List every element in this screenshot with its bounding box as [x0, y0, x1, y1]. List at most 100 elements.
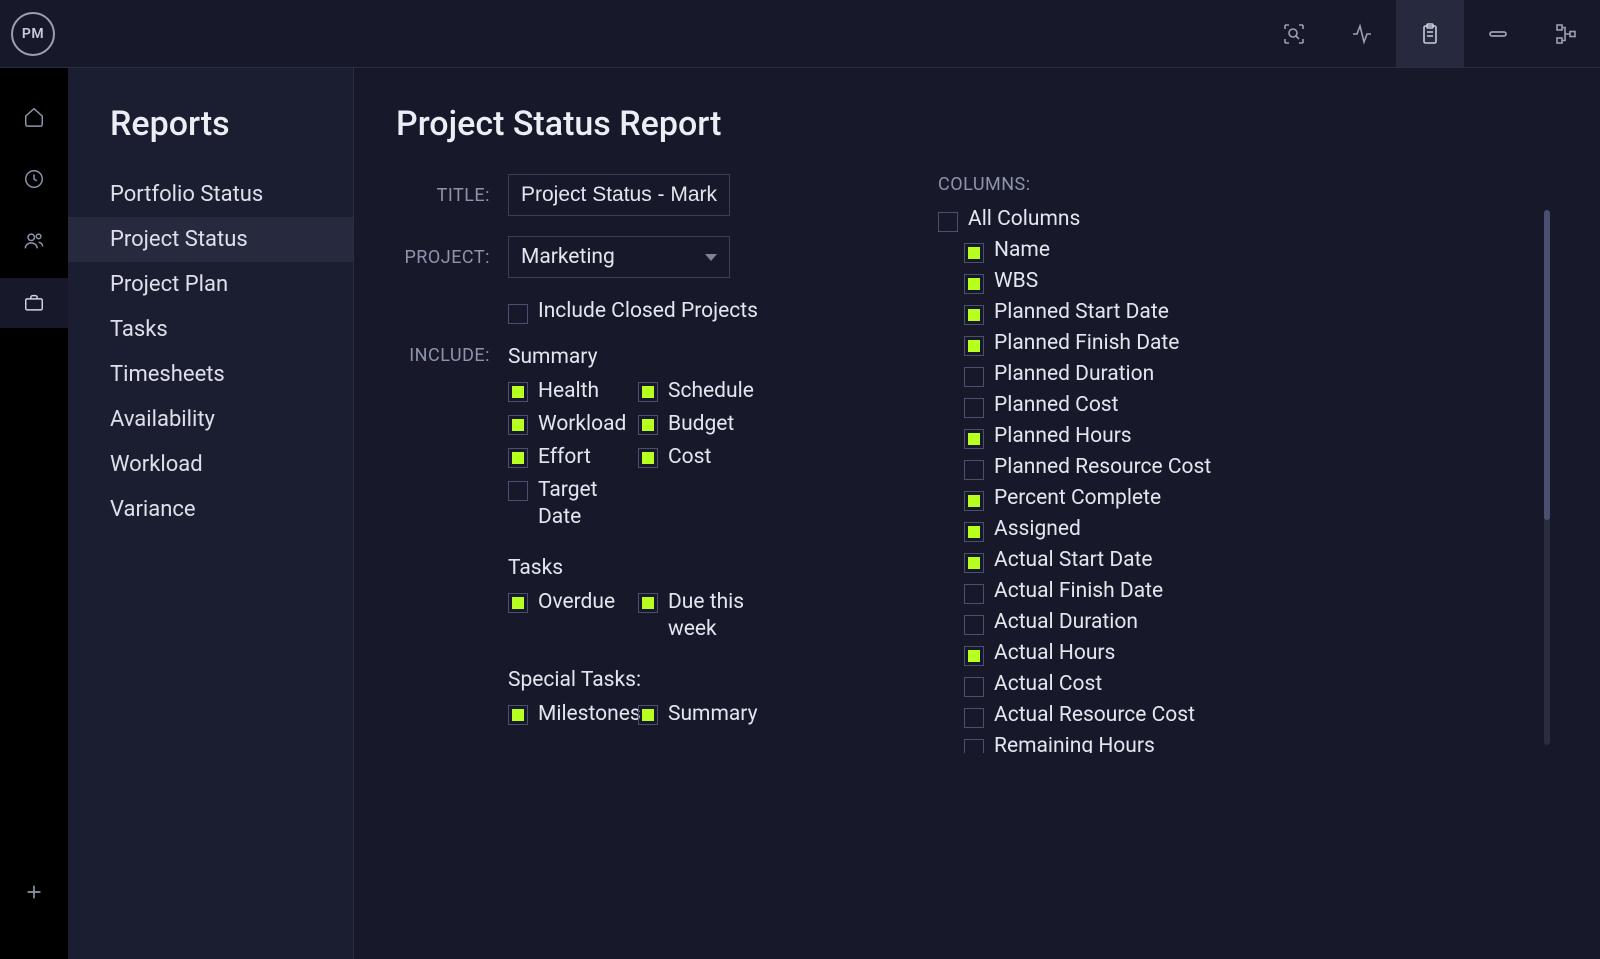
- reports-list: Portfolio StatusProject StatusProject Pl…: [68, 172, 353, 532]
- column-actual-finish-date[interactable]: Actual Finish Date: [938, 576, 1558, 607]
- checkbox-icon[interactable]: [638, 415, 658, 435]
- check-summary-cost[interactable]: Cost: [638, 441, 768, 474]
- check-include-closed[interactable]: Include Closed Projects: [508, 298, 758, 325]
- check-summary-schedule[interactable]: Schedule: [638, 375, 768, 408]
- project-select[interactable]: Marketing: [508, 236, 730, 278]
- checkbox-icon[interactable]: [964, 336, 984, 356]
- checkbox-icon[interactable]: [508, 593, 528, 613]
- checkbox-icon[interactable]: [964, 708, 984, 728]
- checkbox-icon[interactable]: [964, 460, 984, 480]
- check-summary-target-date[interactable]: Target Date: [508, 474, 638, 534]
- checkbox-icon[interactable]: [964, 243, 984, 263]
- main-content: Project Status Report TITLE: PROJECT: Ma…: [354, 68, 1600, 959]
- checkbox-icon[interactable]: [964, 553, 984, 573]
- column-actual-hours[interactable]: Actual Hours: [938, 638, 1558, 669]
- tasks-head: Tasks: [508, 556, 846, 580]
- check-tasks-overdue[interactable]: Overdue: [508, 586, 638, 646]
- column-actual-duration[interactable]: Actual Duration: [938, 607, 1558, 638]
- checkbox-icon[interactable]: [964, 305, 984, 325]
- column-actual-cost[interactable]: Actual Cost: [938, 669, 1558, 700]
- rail-item-home[interactable]: [0, 92, 68, 142]
- project-label: PROJECT:: [396, 247, 508, 268]
- checkbox-icon[interactable]: [508, 382, 528, 402]
- column-percent-complete[interactable]: Percent Complete: [938, 483, 1558, 514]
- checkbox-icon[interactable]: [964, 615, 984, 635]
- column-remaining-hours[interactable]: Remaining Hours: [938, 731, 1558, 753]
- check-label: Milestones: [538, 701, 641, 728]
- checkbox-icon[interactable]: [508, 304, 528, 324]
- checkbox-icon[interactable]: [508, 415, 528, 435]
- check-label: Assigned: [994, 516, 1081, 543]
- activity-icon[interactable]: [1328, 0, 1396, 67]
- column-planned-finish-date[interactable]: Planned Finish Date: [938, 328, 1558, 359]
- sidebar-item-variance[interactable]: Variance: [68, 487, 353, 532]
- column-planned-duration[interactable]: Planned Duration: [938, 359, 1558, 390]
- check-summary-effort[interactable]: Effort: [508, 441, 638, 474]
- column-actual-resource-cost[interactable]: Actual Resource Cost: [938, 700, 1558, 731]
- check-special-summary[interactable]: Summary: [638, 698, 768, 731]
- check-summary-budget[interactable]: Budget: [638, 408, 768, 441]
- sidebar-item-project-status[interactable]: Project Status: [68, 217, 353, 262]
- flow-icon[interactable]: [1532, 0, 1600, 67]
- checkbox-icon[interactable]: [508, 481, 528, 501]
- column-planned-resource-cost[interactable]: Planned Resource Cost: [938, 452, 1558, 483]
- column-assigned[interactable]: Assigned: [938, 514, 1558, 545]
- sidebar-item-project-plan[interactable]: Project Plan: [68, 262, 353, 307]
- rail-item-add[interactable]: [0, 867, 68, 917]
- check-label: Planned Finish Date: [994, 330, 1179, 357]
- check-label: Actual Finish Date: [994, 578, 1163, 605]
- column-planned-start-date[interactable]: Planned Start Date: [938, 297, 1558, 328]
- rail-item-recent[interactable]: [0, 154, 68, 204]
- checkbox-icon[interactable]: [964, 274, 984, 294]
- checkbox-icon[interactable]: [964, 367, 984, 387]
- check-summary-health[interactable]: Health: [508, 375, 638, 408]
- check-label: Target Date: [538, 477, 638, 531]
- checkbox-icon[interactable]: [638, 593, 658, 613]
- topbar: PM: [0, 0, 1600, 68]
- checkbox-icon[interactable]: [964, 584, 984, 604]
- check-label: Cost: [668, 444, 711, 471]
- checkbox-icon[interactable]: [964, 522, 984, 542]
- checkbox-icon[interactable]: [964, 739, 984, 754]
- rail-item-more[interactable]: [0, 929, 68, 959]
- check-label: Name: [994, 237, 1050, 264]
- sidebar-item-portfolio-status[interactable]: Portfolio Status: [68, 172, 353, 217]
- title-input[interactable]: [508, 174, 730, 216]
- checkbox-icon[interactable]: [938, 212, 958, 232]
- checkbox-icon[interactable]: [964, 491, 984, 511]
- sidebar-item-availability[interactable]: Availability: [68, 397, 353, 442]
- column-wbs[interactable]: WBS: [938, 266, 1558, 297]
- check-special-milestones[interactable]: Milestones: [508, 698, 638, 731]
- check-label: Actual Resource Cost: [994, 702, 1195, 729]
- column-all[interactable]: All Columns: [938, 204, 1558, 235]
- rail-item-work[interactable]: [0, 278, 68, 328]
- column-planned-hours[interactable]: Planned Hours: [938, 421, 1558, 452]
- clipboard-icon[interactable]: [1396, 0, 1464, 67]
- form-left: TITLE: PROJECT: Marketing Include Closed…: [396, 174, 846, 753]
- check-label: Actual Start Date: [994, 547, 1153, 574]
- checkbox-icon[interactable]: [638, 448, 658, 468]
- check-summary-workload[interactable]: Workload: [508, 408, 638, 441]
- checkbox-icon[interactable]: [638, 382, 658, 402]
- check-tasks-due-this-week[interactable]: Due this week: [638, 586, 768, 646]
- checkbox-icon[interactable]: [508, 448, 528, 468]
- column-planned-cost[interactable]: Planned Cost: [938, 390, 1558, 421]
- sidebar-item-workload[interactable]: Workload: [68, 442, 353, 487]
- check-label: Health: [538, 378, 599, 405]
- checkbox-icon[interactable]: [638, 705, 658, 725]
- checkbox-icon[interactable]: [964, 646, 984, 666]
- checkbox-icon[interactable]: [964, 398, 984, 418]
- rail-item-people[interactable]: [0, 216, 68, 266]
- link-icon[interactable]: [1464, 0, 1532, 67]
- sidebar-item-timesheets[interactable]: Timesheets: [68, 352, 353, 397]
- column-name[interactable]: Name: [938, 235, 1558, 266]
- zoom-search-icon[interactable]: [1260, 0, 1328, 67]
- column-actual-start-date[interactable]: Actual Start Date: [938, 545, 1558, 576]
- columns-scrollbar[interactable]: [1544, 210, 1550, 745]
- summary-head: Summary: [508, 345, 846, 369]
- checkbox-icon[interactable]: [508, 705, 528, 725]
- scrollbar-thumb[interactable]: [1544, 210, 1550, 520]
- checkbox-icon[interactable]: [964, 677, 984, 697]
- sidebar-item-tasks[interactable]: Tasks: [68, 307, 353, 352]
- checkbox-icon[interactable]: [964, 429, 984, 449]
